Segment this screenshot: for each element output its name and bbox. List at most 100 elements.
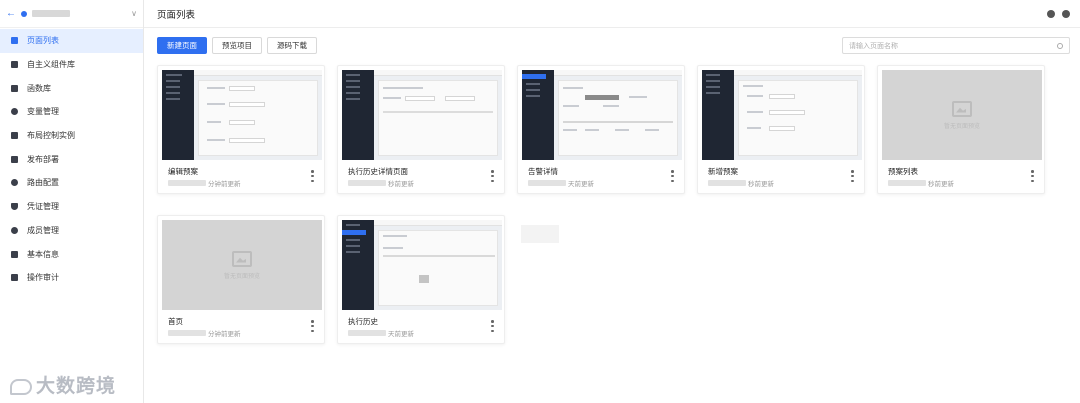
page-thumbnail — [702, 70, 862, 160]
sidebar-item-label: 发布部署 — [27, 154, 59, 164]
sidebar-nav: 页面列表 自主义组件库 函数库 变量管理 布局控制实例 发布部署 路由配置 凭证… — [0, 28, 143, 290]
page-thumbnail-placeholder: 暂无页面预览 — [882, 70, 1042, 160]
page-card-title: 执行历史 — [348, 317, 378, 326]
member-icon — [11, 226, 18, 234]
sidebar-item-label: 路由配置 — [27, 178, 59, 188]
sidebar-item-label: 变量管理 — [27, 107, 59, 117]
github-icon[interactable] — [1062, 9, 1070, 18]
page-card-updated: 秒前更新 — [348, 178, 414, 188]
page-card[interactable]: 暂无页面预览 首页 分钟前更新 — [157, 215, 325, 344]
sidebar-item-credentials[interactable]: 凭证管理 — [0, 195, 143, 219]
layout-icon — [11, 132, 18, 140]
component-icon — [11, 61, 18, 69]
image-placeholder-icon — [952, 100, 972, 117]
sidebar-item-functions[interactable]: 函数库 — [0, 76, 143, 100]
watermark-logo-icon — [10, 378, 32, 395]
folder-icon — [11, 84, 18, 92]
sidebar-item-label: 基本信息 — [27, 249, 59, 259]
sidebar-item-label: 页面列表 — [27, 36, 59, 46]
more-vertical-icon[interactable] — [1031, 170, 1034, 182]
page-card-updated: 天前更新 — [528, 178, 594, 188]
redacted-text — [708, 180, 746, 186]
sidebar-item-routes[interactable]: 路由配置 — [0, 171, 143, 195]
page-card[interactable]: 告警详情 天前更新 — [517, 65, 685, 194]
info-icon — [11, 250, 18, 258]
page-card-updated-label: 分钟前更新 — [208, 181, 241, 188]
page-card[interactable]: 编辑预案 分钟前更新 — [157, 65, 325, 194]
header-icons — [1047, 9, 1080, 18]
sidebar-item-custom-components[interactable]: 自主义组件库 — [0, 53, 143, 77]
search-icon[interactable] — [1057, 42, 1063, 49]
page-card-updated-label: 分钟前更新 — [208, 331, 241, 338]
sidebar-item-members[interactable]: 成员管理 — [0, 219, 143, 243]
more-vertical-icon[interactable] — [851, 170, 854, 182]
header: 页面列表 — [144, 0, 1080, 28]
more-vertical-icon[interactable] — [671, 170, 674, 182]
new-page-button[interactable]: 新建页面 — [157, 37, 207, 54]
page-card-title: 编辑预案 — [168, 167, 198, 176]
sidebar-item-label: 成员管理 — [27, 225, 59, 235]
folder-icon — [11, 155, 18, 163]
page-card-updated-label: 天前更新 — [568, 181, 594, 188]
page-card-title: 执行历史详情页面 — [348, 167, 408, 176]
sidebar: ← ∨ 页面列表 自主义组件库 函数库 变量管理 布局控制实例 发布部署 路由配… — [0, 0, 144, 403]
page-card-updated-label: 天前更新 — [388, 331, 414, 338]
sidebar-item-label: 自主义组件库 — [27, 60, 75, 70]
preview-project-button[interactable]: 预览项目 — [212, 37, 262, 54]
folder-icon — [11, 37, 18, 45]
page-thumbnail-placeholder: 暂无页面预览 — [162, 220, 322, 310]
sidebar-item-deploy[interactable]: 发布部署 — [0, 147, 143, 171]
page-title: 页面列表 — [157, 9, 196, 21]
page-card[interactable]: 暂无页面预览 预案列表 秒前更新 — [877, 65, 1045, 194]
page-card[interactable]: 新增预案 秒前更新 — [697, 65, 865, 194]
search-input[interactable]: 请输入页面名称 — [842, 37, 1070, 54]
page-card[interactable]: 执行历史 天前更新 — [337, 215, 505, 344]
sidebar-item-label: 凭证管理 — [27, 202, 59, 212]
more-vertical-icon[interactable] — [491, 170, 494, 182]
page-card-updated-label: 秒前更新 — [748, 181, 774, 188]
help-icon[interactable] — [1047, 9, 1055, 18]
redacted-text — [348, 330, 386, 336]
more-vertical-icon[interactable] — [311, 320, 314, 332]
more-vertical-icon[interactable] — [311, 170, 314, 182]
route-icon — [11, 179, 18, 187]
page-card[interactable]: 执行历史详情页面 秒前更新 — [337, 65, 505, 194]
project-icon — [21, 10, 27, 17]
page-card-title: 首页 — [168, 317, 183, 326]
redacted-text — [168, 180, 206, 186]
page-card-updated-label: 秒前更新 — [388, 181, 414, 188]
back-arrow-icon[interactable]: ← — [6, 8, 18, 19]
page-card-updated: 天前更新 — [348, 328, 414, 338]
sidebar-item-label: 函数库 — [27, 83, 51, 93]
redacted-text — [168, 330, 206, 336]
page-thumbnail — [342, 70, 502, 160]
sidebar-item-page-list[interactable]: 页面列表 — [0, 29, 143, 53]
redacted-text — [888, 180, 926, 186]
placeholder-text: 暂无页面预览 — [223, 273, 260, 280]
page-card-updated: 分钟前更新 — [168, 178, 241, 188]
page-card-updated: 分钟前更新 — [168, 328, 241, 338]
toolbar: 新建页面 预览项目 源码下载 — [157, 37, 317, 54]
sidebar-item-audit[interactable]: 操作审计 — [0, 266, 143, 290]
variable-icon — [11, 108, 18, 116]
page-card-title: 预案列表 — [888, 167, 918, 176]
sidebar-item-basic-info[interactable]: 基本信息 — [0, 242, 143, 266]
sidebar-item-variables[interactable]: 变量管理 — [0, 100, 143, 124]
more-vertical-icon[interactable] — [491, 320, 494, 332]
sidebar-item-layout[interactable]: 布局控制实例 — [0, 124, 143, 148]
page-thumbnail — [342, 220, 502, 310]
drag-ghost — [521, 225, 559, 243]
search-placeholder: 请输入页面名称 — [849, 42, 898, 50]
source-download-button[interactable]: 源码下载 — [267, 37, 317, 54]
sidebar-item-label: 布局控制实例 — [27, 131, 75, 141]
page-card-updated: 秒前更新 — [708, 178, 774, 188]
watermark-text: 大数跨境 — [36, 376, 117, 397]
redacted-text — [528, 180, 566, 186]
page-thumbnail — [522, 70, 682, 160]
page-card-title: 新增预案 — [708, 167, 738, 176]
project-switcher[interactable]: ← ∨ — [0, 0, 143, 28]
chevron-down-icon[interactable]: ∨ — [131, 9, 137, 18]
redacted-text — [348, 180, 386, 186]
sidebar-item-label: 操作审计 — [27, 273, 59, 283]
project-name-redacted — [32, 10, 70, 17]
